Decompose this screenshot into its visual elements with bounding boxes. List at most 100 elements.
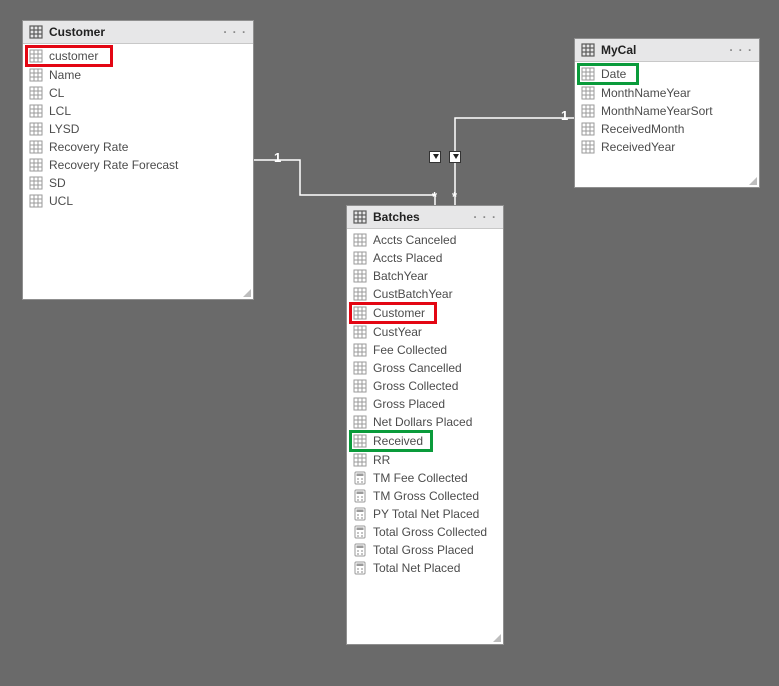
field-customer-customer[interactable]: customer (23, 46, 253, 66)
field-label: Gross Cancelled (373, 361, 462, 375)
field-label: CL (49, 86, 64, 100)
field-batches-net-dollars-placed[interactable]: Net Dollars Placed (347, 413, 503, 431)
field-label: BatchYear (373, 269, 428, 283)
resize-handle[interactable] (749, 177, 757, 185)
field-label: SD (49, 176, 66, 190)
field-label: Received (373, 434, 423, 448)
field-batches-tm-fee-collected[interactable]: TM Fee Collected (347, 469, 503, 487)
field-mycal-date[interactable]: Date (575, 64, 759, 84)
column-icon (29, 176, 43, 190)
field-batches-gross-placed[interactable]: Gross Placed (347, 395, 503, 413)
column-icon (353, 415, 367, 429)
field-label: Date (601, 67, 626, 81)
field-label: TM Gross Collected (373, 489, 479, 503)
field-batches-rr[interactable]: RR (347, 451, 503, 469)
field-label: Accts Placed (373, 251, 442, 265)
field-label: Accts Canceled (373, 233, 456, 247)
table-title: Batches (373, 210, 473, 224)
field-customer-ucl[interactable]: UCL (23, 192, 253, 210)
column-icon (29, 140, 43, 154)
field-mycal-monthnameyear[interactable]: MonthNameYear (575, 84, 759, 102)
field-mycal-monthnameyearsort[interactable]: MonthNameYearSort (575, 102, 759, 120)
field-customer-cl[interactable]: CL (23, 84, 253, 102)
field-batches-batchyear[interactable]: BatchYear (347, 267, 503, 285)
column-icon (581, 122, 595, 136)
table-menu-button[interactable]: · · · (473, 210, 497, 224)
field-label: MonthNameYear (601, 86, 691, 100)
table-header-batches[interactable]: Batches · · · (347, 206, 503, 229)
table-header-mycal[interactable]: MyCal · · · (575, 39, 759, 62)
field-label: PY Total Net Placed (373, 507, 479, 521)
field-batches-received[interactable]: Received (347, 431, 503, 451)
field-label: Name (49, 68, 81, 82)
field-label: Recovery Rate (49, 140, 128, 154)
field-mycal-receivedmonth[interactable]: ReceivedMonth (575, 120, 759, 138)
table-title: MyCal (601, 43, 729, 57)
field-customer-lysd[interactable]: LYSD (23, 120, 253, 138)
resize-handle[interactable] (243, 289, 251, 297)
column-icon (353, 251, 367, 265)
column-icon (581, 86, 595, 100)
table-body-mycal: Date MonthNameYear MonthNameYearSort Receiv… (575, 62, 759, 187)
table-icon (353, 210, 367, 224)
field-customer-recovery-rate[interactable]: Recovery Rate (23, 138, 253, 156)
field-label: Net Dollars Placed (373, 415, 472, 429)
field-batches-total-gross-collected[interactable]: Total Gross Collected (347, 523, 503, 541)
column-icon (353, 269, 367, 283)
field-batches-total-gross-placed[interactable]: Total Gross Placed (347, 541, 503, 559)
cardinality-many-customer: * (432, 189, 437, 204)
column-icon (581, 140, 595, 154)
field-label: ReceivedYear (601, 140, 675, 154)
column-icon (353, 306, 367, 320)
column-icon (353, 434, 367, 448)
field-mycal-receivedyear[interactable]: ReceivedYear (575, 138, 759, 156)
field-customer-name[interactable]: Name (23, 66, 253, 84)
field-batches-custbatchyear[interactable]: CustBatchYear (347, 285, 503, 303)
field-customer-sd[interactable]: SD (23, 174, 253, 192)
calculator-icon (353, 525, 367, 539)
column-icon (29, 49, 43, 63)
field-label: LYSD (49, 122, 79, 136)
column-icon (353, 453, 367, 467)
calculator-icon (353, 561, 367, 575)
resize-handle[interactable] (493, 634, 501, 642)
column-icon (353, 343, 367, 357)
column-icon (29, 104, 43, 118)
field-label: Total Gross Collected (373, 525, 487, 539)
field-batches-accts-placed[interactable]: Accts Placed (347, 249, 503, 267)
table-header-customer[interactable]: Customer · · · (23, 21, 253, 44)
table-body-customer: customer Name CL LCL LYSD Recovery Rate Recove… (23, 44, 253, 299)
field-label: RR (373, 453, 390, 467)
table-mycal[interactable]: MyCal · · · Date MonthNameYear MonthNameYe… (574, 38, 760, 188)
field-label: Recovery Rate Forecast (49, 158, 178, 172)
field-label: UCL (49, 194, 73, 208)
field-label: Gross Collected (373, 379, 458, 393)
field-batches-customer[interactable]: Customer (347, 303, 503, 323)
field-label: MonthNameYearSort (601, 104, 713, 118)
field-label: customer (49, 49, 98, 63)
table-batches[interactable]: Batches · · · Accts Canceled Accts Placed… (346, 205, 504, 645)
field-batches-tm-gross-collected[interactable]: TM Gross Collected (347, 487, 503, 505)
field-customer-recovery-rate-forecast[interactable]: Recovery Rate Forecast (23, 156, 253, 174)
column-icon (29, 122, 43, 136)
column-icon (353, 325, 367, 339)
cardinality-one-customer: 1 (274, 150, 281, 165)
column-icon (353, 233, 367, 247)
table-menu-button[interactable]: · · · (223, 25, 247, 39)
column-icon (353, 379, 367, 393)
calculator-icon (353, 471, 367, 485)
field-batches-fee-collected[interactable]: Fee Collected (347, 341, 503, 359)
field-label: Gross Placed (373, 397, 445, 411)
column-icon (29, 194, 43, 208)
field-batches-total-net-placed[interactable]: Total Net Placed (347, 559, 503, 577)
field-batches-gross-cancelled[interactable]: Gross Cancelled (347, 359, 503, 377)
field-batches-accts-canceled[interactable]: Accts Canceled (347, 231, 503, 249)
field-customer-lcl[interactable]: LCL (23, 102, 253, 120)
field-batches-gross-collected[interactable]: Gross Collected (347, 377, 503, 395)
table-customer[interactable]: Customer · · · customer Name CL LCL LYSD Reco… (22, 20, 254, 300)
field-batches-py-total-net-placed[interactable]: PY Total Net Placed (347, 505, 503, 523)
field-batches-custyear[interactable]: CustYear (347, 323, 503, 341)
table-menu-button[interactable]: · · · (729, 43, 753, 57)
field-label: Customer (373, 306, 425, 320)
calculator-icon (353, 543, 367, 557)
